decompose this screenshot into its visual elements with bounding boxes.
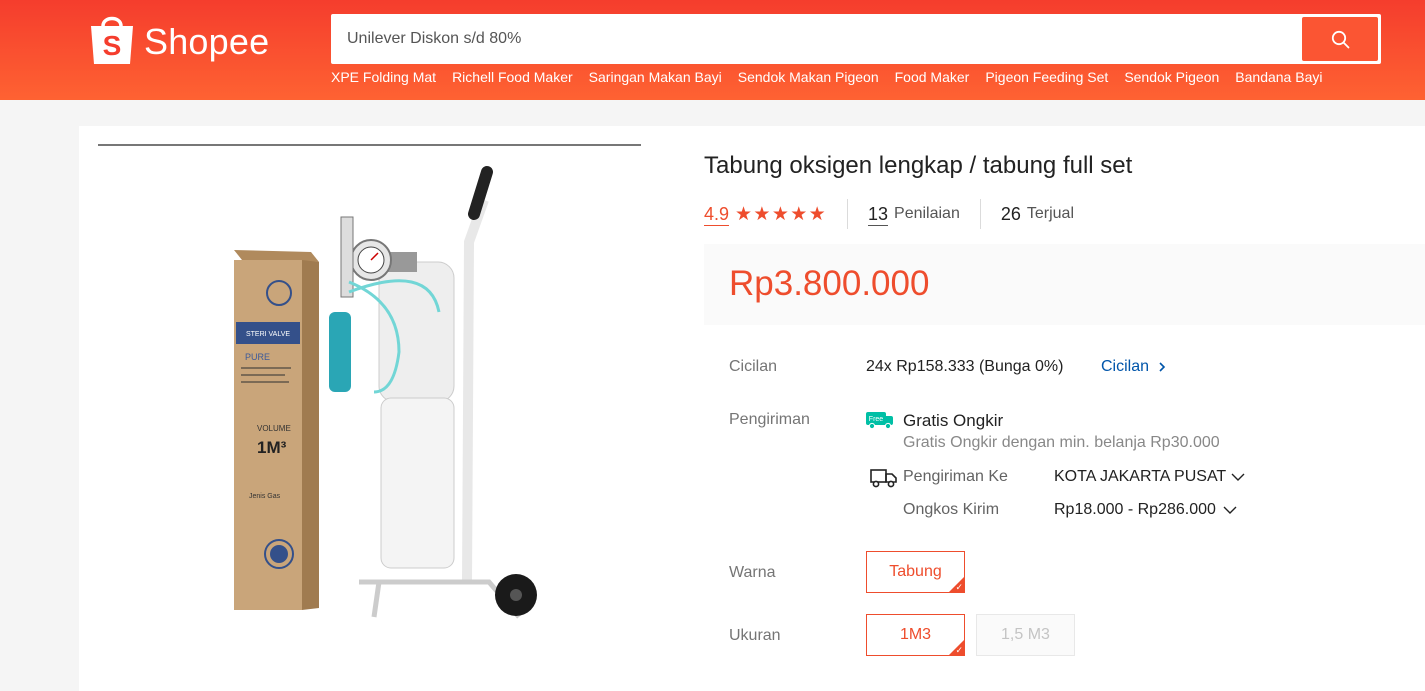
size-option-1m3[interactable]: 1M3 ✓	[866, 614, 965, 656]
star-icon: ★	[753, 203, 771, 225]
variant-option-tabung[interactable]: Tabung ✓	[866, 551, 965, 593]
pengiriman-label: Pengiriman	[729, 411, 810, 428]
shipping-cost-value: Rp18.000 - Rp286.000	[1054, 501, 1216, 518]
rating-stars: ★ ★ ★ ★ ★	[735, 203, 827, 225]
ukuran-label: Ukuran	[729, 627, 781, 644]
shopee-logo[interactable]: S Shopee	[88, 12, 269, 66]
product-card: STERI VALVE PURE VOLUME 1M³ Jenis Gas Ta…	[79, 126, 1425, 691]
ship-to-label: Pengiriman Ke	[903, 468, 1008, 485]
variant-option-label: Tabung	[889, 563, 942, 580]
size-option-1-5m3[interactable]: 1,5 M3	[976, 614, 1075, 656]
product-title: Tabung oksigen lengkap / tabung full set	[704, 152, 1133, 179]
size-option-label: 1M3	[899, 626, 932, 643]
sold-label: Terjual	[1026, 205, 1075, 222]
cicilan-value: 24x Rp158.333 (Bunga 0%)	[866, 358, 1064, 375]
search-input[interactable]	[347, 14, 1287, 64]
star-icon: ★	[790, 203, 808, 225]
shipping-cost-label: Ongkos Kirim	[903, 501, 1000, 518]
box-gas-label: Jenis Gas	[249, 493, 281, 500]
suggestion-link[interactable]: XPE Folding Mat	[331, 69, 436, 85]
free-badge-text: Free	[869, 416, 884, 423]
search-bar	[331, 14, 1381, 64]
suggestion-link[interactable]: Sendok Makan Pigeon	[738, 69, 879, 85]
rating-value[interactable]: 4.9	[704, 203, 730, 226]
box-pure-text: PURE	[245, 352, 270, 362]
search-icon	[1331, 30, 1349, 48]
suggestion-link[interactable]: Richell Food Maker	[452, 69, 573, 85]
suggestion-link[interactable]: Pigeon Feeding Set	[985, 69, 1108, 85]
star-icon: ★	[771, 203, 789, 225]
search-suggestions: XPE Folding Mat Richell Food Maker Sarin…	[331, 69, 1338, 85]
image-divider	[98, 144, 641, 146]
shipping-cost-dropdown[interactable]: Rp18.000 - Rp286.000	[1054, 501, 1238, 519]
meta-divider	[979, 199, 981, 229]
product-meta: 4.9 ★ ★ ★ ★ ★ 13 Penilaian 26 Terjual	[704, 199, 1074, 229]
cicilan-link[interactable]: Cicilan	[1101, 358, 1169, 376]
free-shipping-title: Gratis Ongkir	[903, 411, 1004, 430]
box-volume-label: VOLUME	[257, 424, 291, 433]
box-volume-value: 1M³	[257, 438, 287, 457]
cicilan-link-label: Cicilan	[1101, 358, 1150, 375]
logo-text: Shopee	[144, 21, 270, 62]
suggestion-link[interactable]: Food Maker	[895, 69, 970, 85]
price-section: Rp3.800.000	[704, 244, 1425, 325]
sold-count: 26	[1000, 204, 1021, 224]
check-icon: ✓	[955, 645, 963, 655]
product-image[interactable]: STERI VALVE PURE VOLUME 1M³ Jenis Gas	[199, 162, 549, 632]
reviews-label: Penilaian	[894, 205, 960, 222]
product-price: Rp3.800.000	[729, 264, 930, 303]
suggestion-link[interactable]: Saringan Makan Bayi	[589, 69, 722, 85]
truck-icon	[870, 469, 897, 488]
chevron-down-icon	[1223, 506, 1237, 514]
suggestion-link[interactable]: Bandana Bayi	[1235, 69, 1322, 85]
header: S Shopee XPE Folding Mat Richell Food Ma…	[0, 0, 1425, 100]
chevron-down-icon	[1231, 473, 1245, 481]
star-icon: ★	[735, 203, 753, 225]
free-shipping-desc: Gratis Ongkir dengan min. belanja Rp30.0…	[903, 434, 1220, 451]
star-icon: ★	[808, 203, 826, 225]
free-shipping-icon: Free	[866, 412, 893, 430]
warna-label: Warna	[729, 564, 776, 581]
search-button[interactable]	[1302, 17, 1378, 61]
reviews-count[interactable]: 13	[867, 203, 889, 226]
svg-text:S: S	[103, 30, 122, 61]
chevron-right-icon	[1159, 362, 1166, 372]
ship-to-dropdown[interactable]: KOTA JAKARTA PUSAT	[1054, 468, 1246, 486]
check-icon: ✓	[955, 582, 963, 592]
size-option-label: 1,5 M3	[1001, 626, 1050, 643]
cicilan-label: Cicilan	[729, 358, 778, 375]
ship-to-value: KOTA JAKARTA PUSAT	[1054, 468, 1227, 485]
suggestion-link[interactable]: Sendok Pigeon	[1124, 69, 1219, 85]
box-brand-text: STERI VALVE	[246, 331, 290, 338]
meta-divider	[846, 199, 848, 229]
shopee-bag-icon: S	[91, 16, 133, 64]
